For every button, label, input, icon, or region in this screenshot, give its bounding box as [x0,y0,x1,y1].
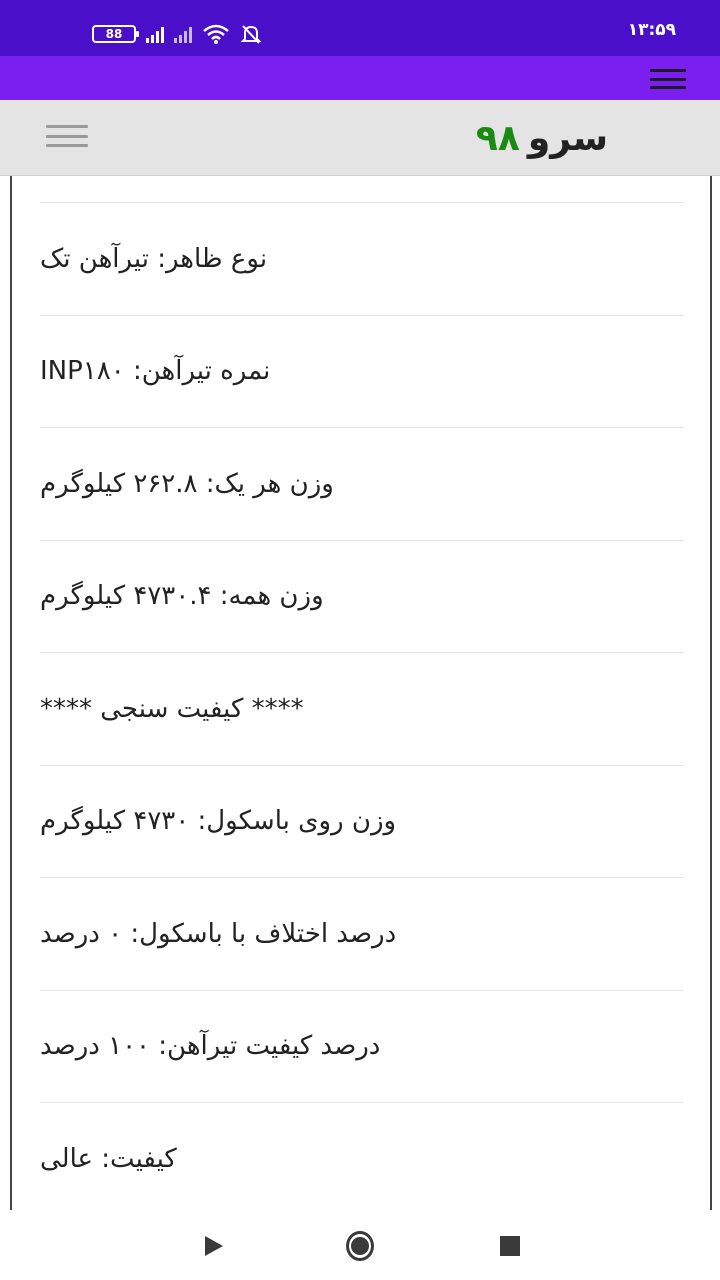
list-item-text: درصد کیفیت تیرآهن: ۱۰۰ درصد [40,1031,381,1062]
battery-icon: 88 [92,25,139,43]
signal-icon [146,25,164,43]
signal-icon [174,25,192,43]
battery-level: 88 [105,27,123,41]
hamburger-icon[interactable] [650,69,686,89]
list-item: **** کیفیت سنجی **** [40,652,684,765]
logo-word: سرو [527,117,608,159]
list-item: وزن روی باسکول: ۴۷۳۰ کیلوگرم [40,764,684,878]
status-icons: 88 [92,20,262,48]
logo-number: ۹۸ [475,117,520,159]
list-item: کیفیت: عالی [40,1102,684,1210]
system-nav-bar [0,1210,720,1280]
list-item-text: وزن هر یک: ۲۶۲.۸ کیلوگرم [40,468,334,499]
list-item: درصد اختلاف با باسکول: ۰ درصد [40,877,684,990]
list-item-text: وزن همه: ۴۷۳۰.۴ کیلوگرم [40,581,324,612]
list-item: وزن هر یک: ۲۶۲.۸ کیلوگرم [40,427,684,540]
status-bar: 88 ۱۳:۵۹ [0,0,720,56]
home-icon[interactable] [346,1231,374,1261]
list-item-text: نمره تیرآهن: INP۱۸۰ [40,356,271,387]
list-item: وزن همه: ۴۷۳۰.۴ کیلوگرم [40,539,684,653]
wifi-icon [203,24,229,44]
list-item: درصد کیفیت تیرآهن: ۱۰۰ درصد [40,989,684,1103]
list-item-text: نوع ظاهر: تیرآهن تک [40,243,268,274]
back-icon[interactable] [200,1232,228,1260]
list-item: نوع ظاهر: تیرآهن تک [40,202,684,315]
list-item-text: درصد اختلاف با باسکول: ۰ درصد [40,918,397,949]
site-header: سرو ۹۸ [0,100,720,176]
bell-off-icon [240,25,262,44]
logo[interactable]: سرو ۹۸ [476,114,608,162]
recents-icon[interactable] [496,1232,524,1260]
info-list: نوع ظاهر: تیرآهن تک نمره تیرآهن: INP۱۸۰ … [40,202,684,1210]
list-item-text: **** کیفیت سنجی **** [40,693,304,724]
hamburger-icon[interactable] [46,125,88,147]
content-panel: نوع ظاهر: تیرآهن تک نمره تیرآهن: INP۱۸۰ … [10,176,712,1210]
app-toolbar [0,56,720,100]
status-time: ۱۳:۵۹ [627,20,676,40]
list-item-text: کیفیت: عالی [40,1143,177,1174]
list-item: نمره تیرآهن: INP۱۸۰ [40,314,684,428]
list-item-text: وزن روی باسکول: ۴۷۳۰ کیلوگرم [40,806,397,837]
